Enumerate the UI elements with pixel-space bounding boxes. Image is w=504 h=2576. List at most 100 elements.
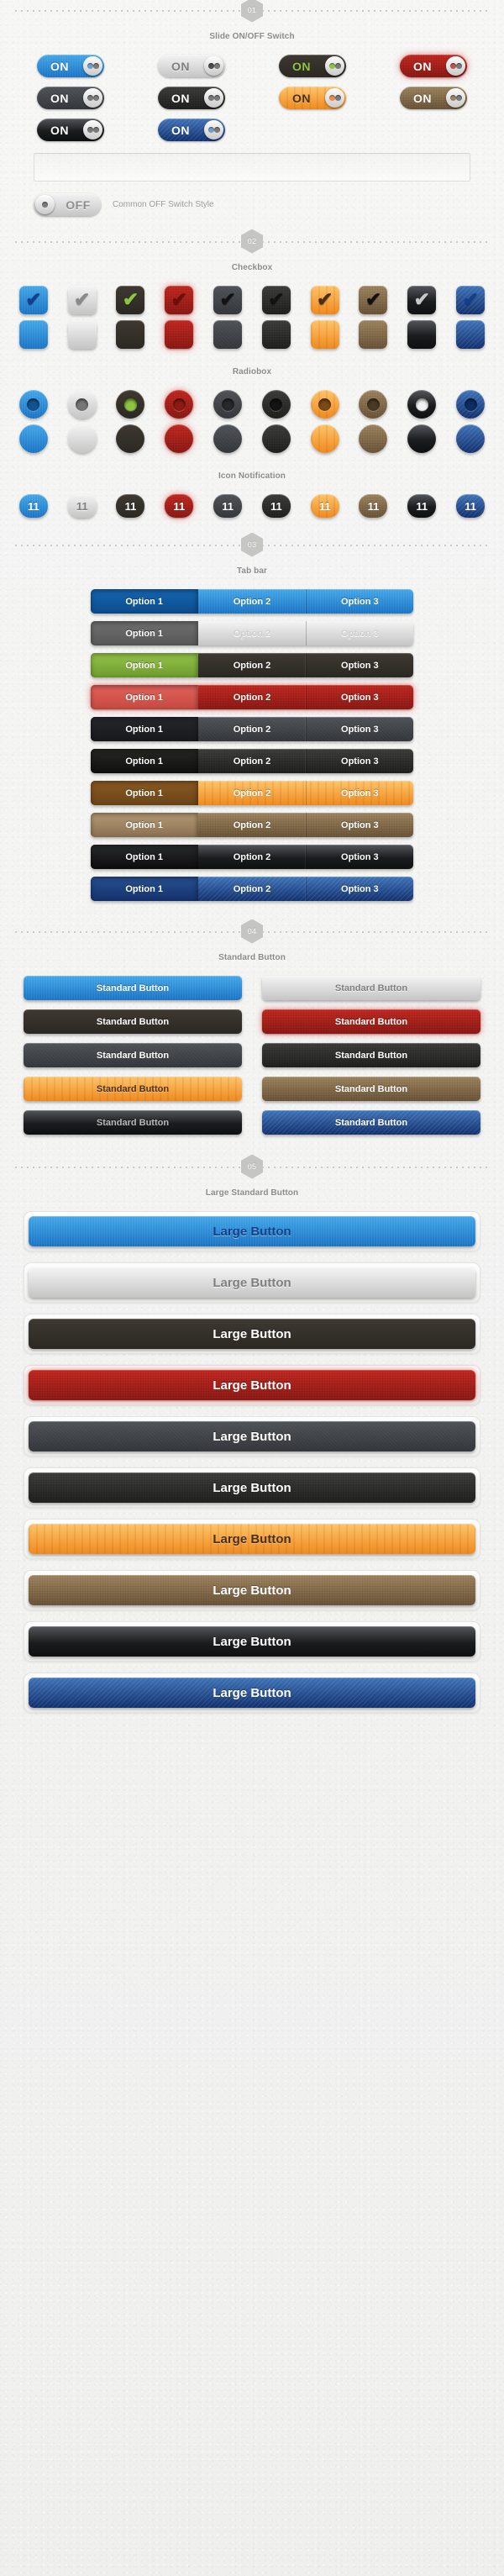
notification-badge[interactable]: 11 (67, 494, 97, 518)
large-button[interactable]: Large Button (29, 1421, 475, 1451)
checkbox-unchecked[interactable] (359, 320, 388, 349)
radio-unselected[interactable] (407, 424, 437, 453)
checkbox-unchecked[interactable] (116, 320, 145, 349)
large-button[interactable]: Large Button (29, 1319, 475, 1349)
tab-option-3[interactable]: Option 3 (307, 813, 413, 837)
tab-option-1[interactable]: Option 1 (91, 653, 199, 677)
switch-toggle[interactable]: ON (37, 119, 104, 141)
large-button[interactable]: Large Button (29, 1678, 475, 1708)
checkbox-unchecked[interactable] (67, 320, 97, 349)
standard-button[interactable]: Standard Button (24, 976, 242, 1000)
checkbox-checked[interactable]: ✔ (116, 286, 145, 314)
standard-button[interactable]: Standard Button (24, 1009, 242, 1034)
checkbox-checked[interactable]: ✔ (67, 286, 97, 314)
radio-selected[interactable] (213, 390, 243, 419)
radio-selected[interactable] (116, 390, 145, 419)
radio-unselected[interactable] (456, 424, 486, 453)
radio-unselected[interactable] (116, 424, 145, 453)
standard-button[interactable]: Standard Button (262, 1009, 480, 1034)
tab-option-2[interactable]: Option 2 (198, 781, 307, 805)
radio-selected[interactable] (359, 390, 388, 419)
radio-selected[interactable] (407, 390, 437, 419)
checkbox-checked[interactable]: ✔ (165, 286, 194, 314)
checkbox-checked[interactable]: ✔ (407, 286, 437, 314)
large-button[interactable]: Large Button (29, 1370, 475, 1400)
tab-option-2[interactable]: Option 2 (198, 845, 307, 869)
tab-option-3[interactable]: Option 3 (307, 845, 413, 869)
notification-badge[interactable]: 11 (456, 494, 486, 518)
tab-option-1[interactable]: Option 1 (91, 813, 199, 837)
radio-unselected[interactable] (165, 424, 194, 453)
radio-unselected[interactable] (359, 424, 388, 453)
switch-toggle[interactable]: ON (279, 55, 346, 77)
radio-selected[interactable] (261, 390, 291, 419)
standard-button[interactable]: Standard Button (262, 1110, 480, 1135)
switch-toggle[interactable]: ON (400, 87, 467, 109)
radio-selected[interactable] (67, 390, 97, 419)
checkbox-checked[interactable]: ✔ (261, 286, 291, 314)
switch-toggle[interactable]: ON (400, 55, 467, 77)
notification-badge[interactable]: 11 (261, 494, 291, 518)
checkbox-checked[interactable]: ✔ (456, 286, 486, 314)
tab-option-3[interactable]: Option 3 (307, 653, 413, 677)
radio-unselected[interactable] (261, 424, 291, 453)
notification-badge[interactable]: 11 (407, 494, 437, 518)
checkbox-unchecked[interactable] (407, 320, 437, 349)
tab-option-3[interactable]: Option 3 (307, 749, 413, 773)
tab-option-2[interactable]: Option 2 (198, 749, 307, 773)
notification-badge[interactable]: 11 (18, 494, 48, 518)
switch-toggle[interactable]: ON (158, 87, 225, 109)
large-button[interactable]: Large Button (29, 1575, 475, 1605)
standard-button[interactable]: Standard Button (262, 1077, 480, 1101)
checkbox-unchecked[interactable] (213, 320, 243, 349)
radio-unselected[interactable] (310, 424, 339, 453)
standard-button[interactable]: Standard Button (24, 1110, 242, 1135)
tab-option-2[interactable]: Option 2 (198, 653, 307, 677)
notification-badge[interactable]: 11 (359, 494, 388, 518)
tab-option-1[interactable]: Option 1 (91, 781, 199, 805)
switch-toggle[interactable]: ON (37, 87, 104, 109)
radio-selected[interactable] (18, 390, 48, 419)
checkbox-unchecked[interactable] (18, 320, 48, 349)
checkbox-unchecked[interactable] (165, 320, 194, 349)
large-button[interactable]: Large Button (29, 1472, 475, 1503)
notification-badge[interactable]: 11 (165, 494, 194, 518)
tab-option-1[interactable]: Option 1 (91, 877, 199, 901)
notification-badge[interactable]: 11 (310, 494, 339, 518)
standard-button[interactable]: Standard Button (262, 976, 480, 1000)
notification-badge[interactable]: 11 (213, 494, 243, 518)
checkbox-checked[interactable]: ✔ (18, 286, 48, 314)
switch-toggle[interactable]: ON (279, 87, 346, 109)
tab-option-2[interactable]: Option 2 (198, 877, 307, 901)
checkbox-unchecked[interactable] (310, 320, 339, 349)
tab-option-1[interactable]: Option 1 (91, 845, 199, 869)
switch-toggle[interactable]: ON (158, 119, 225, 141)
checkbox-unchecked[interactable] (456, 320, 486, 349)
tab-option-2[interactable]: Option 2 (198, 621, 307, 645)
tab-option-3[interactable]: Option 3 (307, 877, 413, 901)
tab-option-3[interactable]: Option 3 (307, 781, 413, 805)
tab-option-1[interactable]: Option 1 (91, 717, 199, 741)
radio-selected[interactable] (456, 390, 486, 419)
large-button[interactable]: Large Button (29, 1524, 475, 1554)
tab-option-2[interactable]: Option 2 (198, 717, 307, 741)
tab-option-1[interactable]: Option 1 (91, 685, 199, 709)
radio-unselected[interactable] (18, 424, 48, 453)
checkbox-checked[interactable]: ✔ (310, 286, 339, 314)
notification-badge[interactable]: 11 (116, 494, 145, 518)
checkbox-unchecked[interactable] (261, 320, 291, 349)
tab-option-1[interactable]: Option 1 (91, 621, 199, 645)
switch-toggle[interactable]: ON (37, 55, 104, 77)
tab-option-1[interactable]: Option 1 (91, 749, 199, 773)
large-button[interactable]: Large Button (29, 1216, 475, 1246)
tab-option-2[interactable]: Option 2 (198, 685, 307, 709)
checkbox-checked[interactable]: ✔ (359, 286, 388, 314)
radio-unselected[interactable] (213, 424, 243, 453)
tab-option-3[interactable]: Option 3 (307, 621, 413, 645)
standard-button[interactable]: Standard Button (24, 1043, 242, 1067)
radio-selected[interactable] (310, 390, 339, 419)
radio-unselected[interactable] (67, 424, 97, 453)
large-button[interactable]: Large Button (29, 1626, 475, 1657)
tab-option-1[interactable]: Option 1 (91, 589, 199, 614)
radio-selected[interactable] (165, 390, 194, 419)
